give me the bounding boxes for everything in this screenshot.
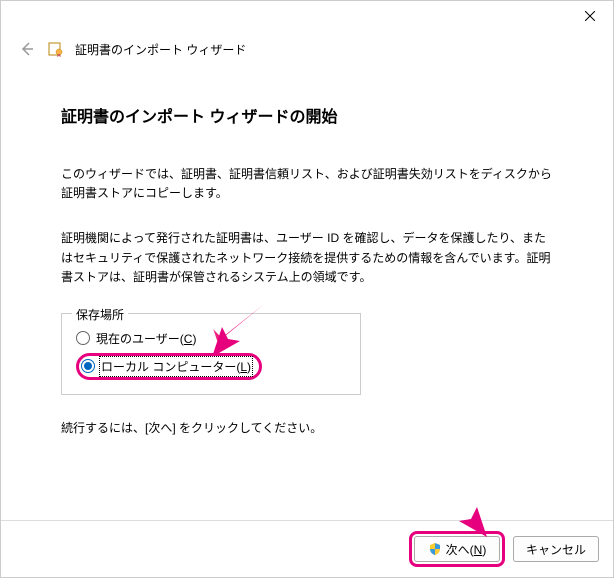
content-area: 証明書のインポート ウィザードの開始 このウィザードでは、証明書、証明書信頼リス… — [1, 63, 613, 520]
footer: 次へ(N) キャンセル — [1, 520, 613, 577]
page-heading: 証明書のインポート ウィザードの開始 — [61, 103, 553, 127]
header-row: 証明書のインポート ウィザード — [1, 31, 613, 63]
intro-paragraph-2: 証明機関によって発行された証明書は、ユーザー ID を確認し、データを保護したり… — [61, 229, 553, 287]
back-button[interactable] — [17, 39, 37, 59]
radio-icon — [81, 359, 95, 373]
radio-current-user-label: 現在のユーザー(C) — [96, 330, 196, 347]
close-icon — [585, 11, 595, 21]
radio-icon — [76, 331, 90, 345]
next-button-label: 次へ(N) — [446, 541, 487, 558]
certificate-icon — [47, 40, 65, 58]
radio-local-computer-label: ローカル コンピューター(L) — [101, 358, 251, 375]
back-arrow-icon — [19, 41, 35, 57]
cancel-button[interactable]: キャンセル — [513, 536, 599, 562]
annotation-highlight-radio: ローカル コンピューター(L) — [76, 353, 262, 380]
store-location-fieldset: 保存場所 現在のユーザー(C) ローカル コンピューター(L) — [61, 313, 361, 395]
store-location-legend: 保存場所 — [72, 306, 128, 323]
continue-instruction: 続行するには、[次へ] をクリックしてください。 — [61, 419, 553, 436]
wizard-window: 証明書のインポート ウィザード 証明書のインポート ウィザードの開始 このウィザ… — [0, 0, 614, 578]
window-title: 証明書のインポート ウィザード — [75, 41, 246, 58]
annotation-highlight-next: 次へ(N) — [409, 531, 505, 567]
radio-current-user[interactable]: 現在のユーザー(C) — [76, 330, 346, 347]
titlebar — [1, 1, 613, 31]
next-button[interactable]: 次へ(N) — [414, 536, 500, 562]
shield-icon — [428, 542, 442, 556]
radio-local-computer[interactable]: ローカル コンピューター(L) — [81, 358, 251, 375]
intro-paragraph-1: このウィザードでは、証明書、証明書信頼リスト、および証明書失効リストをディスクか… — [61, 165, 553, 203]
close-button[interactable] — [567, 1, 613, 31]
